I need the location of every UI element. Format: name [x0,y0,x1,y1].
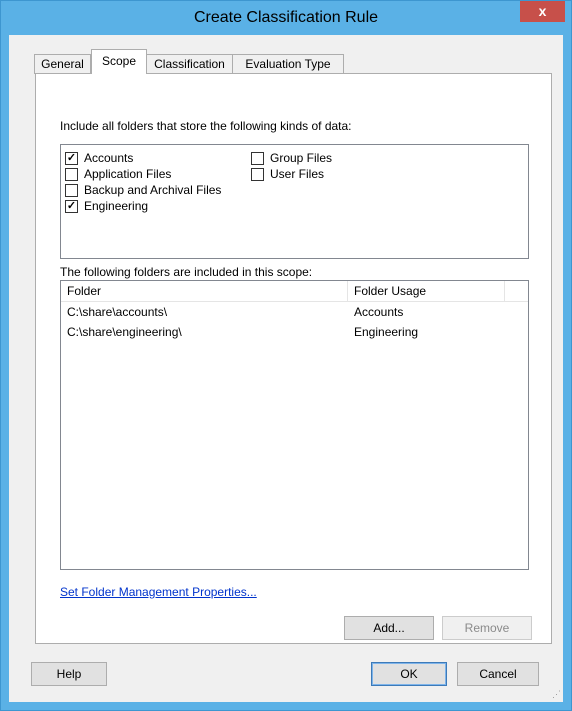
kind-backup-archival-files-label: Backup and Archival Files [84,183,222,197]
tab-classification[interactable]: Classification [146,54,233,74]
tab-scope[interactable]: Scope [91,49,147,74]
tab-classification-label: Classification [154,57,225,71]
folders-list-header: Folder Folder Usage [61,281,528,302]
cell-folder-usage: Accounts [354,305,404,319]
kind-group-files-label: Group Files [270,151,333,165]
cancel-button[interactable]: Cancel [457,662,539,686]
set-folder-management-properties-link[interactable]: Set Folder Management Properties... [60,585,257,599]
cell-folder: C:\share\engineering\ [67,325,182,339]
application-files-checkbox[interactable] [65,167,78,181]
tab-scope-label: Scope [101,54,137,68]
scope-tab-panel: Include all folders that store the follo… [35,73,552,644]
kind-backup-archival-files[interactable]: Backup and Archival Files [65,182,221,198]
cell-folder: C:\share\accounts\ [67,305,168,319]
kind-user-files[interactable]: User Files [251,166,324,182]
help-button[interactable]: Help [31,662,107,686]
cell-folder-usage: Engineering [354,325,419,339]
close-button[interactable]: x [520,1,565,22]
tab-evaluation-type-label: Evaluation Type [245,57,331,71]
tab-general-label: General [41,57,84,71]
accounts-checkbox[interactable]: ✓ [65,151,78,165]
engineering-checkbox[interactable]: ✓ [65,199,78,213]
dialog-title: Create Classification Rule [193,9,379,26]
column-header-folder[interactable]: Folder [61,281,348,301]
table-row[interactable]: C:\share\engineering\ Engineering [61,323,528,341]
dialog-window: Create Classification Rule x General Sco… [0,0,572,711]
table-row[interactable]: C:\share\accounts\ Accounts [61,303,528,321]
tab-general[interactable]: General [34,54,91,74]
kind-accounts[interactable]: ✓ Accounts [65,150,133,166]
tab-evaluation-type[interactable]: Evaluation Type [232,54,344,74]
backup-archival-files-checkbox[interactable] [65,183,78,197]
ok-button[interactable]: OK [371,662,447,686]
include-heading: Include all folders that store the follo… [60,119,352,133]
folders-list[interactable]: Folder Folder Usage C:\share\accounts\ A… [60,280,529,570]
kind-accounts-label: Accounts [84,151,134,165]
column-header-folder-usage[interactable]: Folder Usage [348,281,505,301]
user-files-checkbox[interactable] [251,167,264,181]
close-icon: x [538,3,547,19]
folders-heading: The following folders are included in th… [60,265,313,279]
kind-engineering[interactable]: ✓ Engineering [65,198,148,214]
remove-button[interactable]: Remove [442,616,532,640]
group-files-checkbox[interactable] [251,151,264,165]
resize-grip-icon[interactable]: ⋰ [552,689,561,700]
data-kinds-list: ✓ Accounts Application Files Backup and … [60,144,529,259]
kind-engineering-label: Engineering [84,199,149,213]
kind-user-files-label: User Files [270,167,325,181]
kind-application-files-label: Application Files [84,167,172,181]
kind-application-files[interactable]: Application Files [65,166,171,182]
title-bar[interactable]: Create Classification Rule x [1,1,571,35]
kind-group-files[interactable]: Group Files [251,150,332,166]
add-button[interactable]: Add... [344,616,434,640]
dialog-client-area: General Scope Classification Evaluation … [9,35,563,702]
